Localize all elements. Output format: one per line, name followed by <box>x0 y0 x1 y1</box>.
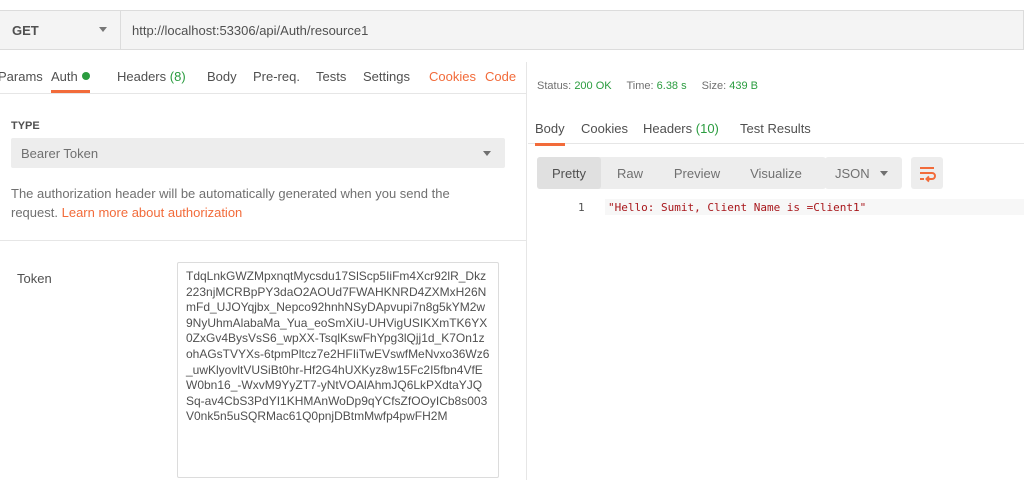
tab-params[interactable]: Params <box>0 69 43 84</box>
size-value: 439 B <box>729 80 758 92</box>
code-line: 1 "Hello: Sumit, Client Name is =Client1… <box>528 199 1024 215</box>
method-select[interactable]: GET <box>0 11 121 49</box>
request-bar: GET http://localhost:53306/api/Auth/reso… <box>0 0 1024 62</box>
chevron-down-icon <box>99 27 107 32</box>
language-value: JSON <box>835 165 870 181</box>
format-raw[interactable]: Raw <box>601 157 659 189</box>
status-label: Status: <box>537 80 572 92</box>
format-visualize[interactable]: Visualize <box>735 157 817 189</box>
tab-body[interactable]: Body <box>207 69 237 84</box>
token-label: Token <box>17 271 52 286</box>
tab-settings[interactable]: Settings <box>363 69 410 84</box>
chevron-down-icon <box>483 151 491 156</box>
status-value: 200 OK <box>574 80 612 92</box>
request-panel: Params Auth Headers (8) Body Pre-req. Te… <box>0 62 527 480</box>
response-status: Status: 200 OK Time: 6.38 s Size: 439 B <box>537 80 770 92</box>
response-tab-headers[interactable]: Headers (10) <box>643 121 719 136</box>
language-select[interactable]: JSON <box>825 157 902 189</box>
auth-type-value: Bearer Token <box>21 145 99 161</box>
response-tab-headers-count: (10) <box>695 121 719 136</box>
token-input[interactable]: TdqLnkGWZMpxnqtMycsdu17SlScp5IiFm4Xcr92l… <box>177 262 499 478</box>
response-tab-test-results[interactable]: Test Results <box>740 121 811 136</box>
time-value: 6.38 s <box>656 80 687 92</box>
tab-tests[interactable]: Tests <box>316 69 346 84</box>
auth-type-label: TYPE <box>11 120 40 132</box>
format-toolbar: Pretty Raw Preview Visualize <box>537 157 826 189</box>
response-tab-headers-label: Headers <box>643 121 693 136</box>
size-label: Size: <box>701 80 727 92</box>
tab-headers-count: (8) <box>169 69 186 84</box>
format-pretty[interactable]: Pretty <box>537 157 601 189</box>
wrap-lines-icon <box>920 167 936 183</box>
response-tab-body[interactable]: Body <box>535 121 565 146</box>
time-label: Time: <box>626 80 654 92</box>
auth-description: The authorization header will be automat… <box>11 184 481 222</box>
cookies-link[interactable]: Cookies <box>429 69 476 84</box>
response-panel: Status: 200 OK Time: 6.38 s Size: 439 B … <box>528 62 1024 480</box>
divider <box>0 240 527 241</box>
request-tabs: Params Auth Headers (8) Body Pre-req. Te… <box>0 62 527 94</box>
format-preview[interactable]: Preview <box>659 157 735 189</box>
line-number: 1 <box>578 201 585 214</box>
method-label: GET <box>12 22 39 38</box>
tab-headers[interactable]: Headers (8) <box>117 69 186 84</box>
learn-more-link[interactable]: Learn more about authorization <box>62 205 243 220</box>
wrap-button[interactable] <box>911 157 943 189</box>
tab-auth-label: Auth <box>51 69 78 84</box>
response-tabs: Body Cookies Headers (10) Test Results <box>528 108 1024 146</box>
tab-headers-label: Headers <box>117 69 167 84</box>
auth-type-select[interactable]: Bearer Token <box>11 138 505 168</box>
response-body-text[interactable]: "Hello: Sumit, Client Name is =Client1" <box>608 201 866 214</box>
url-input[interactable]: http://localhost:53306/api/Auth/resource… <box>132 11 368 49</box>
url-box: GET http://localhost:53306/api/Auth/reso… <box>0 10 1024 50</box>
code-link[interactable]: Code <box>485 69 516 84</box>
status-dot-icon <box>81 72 90 80</box>
response-tab-cookies[interactable]: Cookies <box>581 121 628 136</box>
tab-auth[interactable]: Auth <box>51 69 90 93</box>
tab-prereq[interactable]: Pre-req. <box>253 69 300 84</box>
chevron-down-icon <box>880 171 888 176</box>
